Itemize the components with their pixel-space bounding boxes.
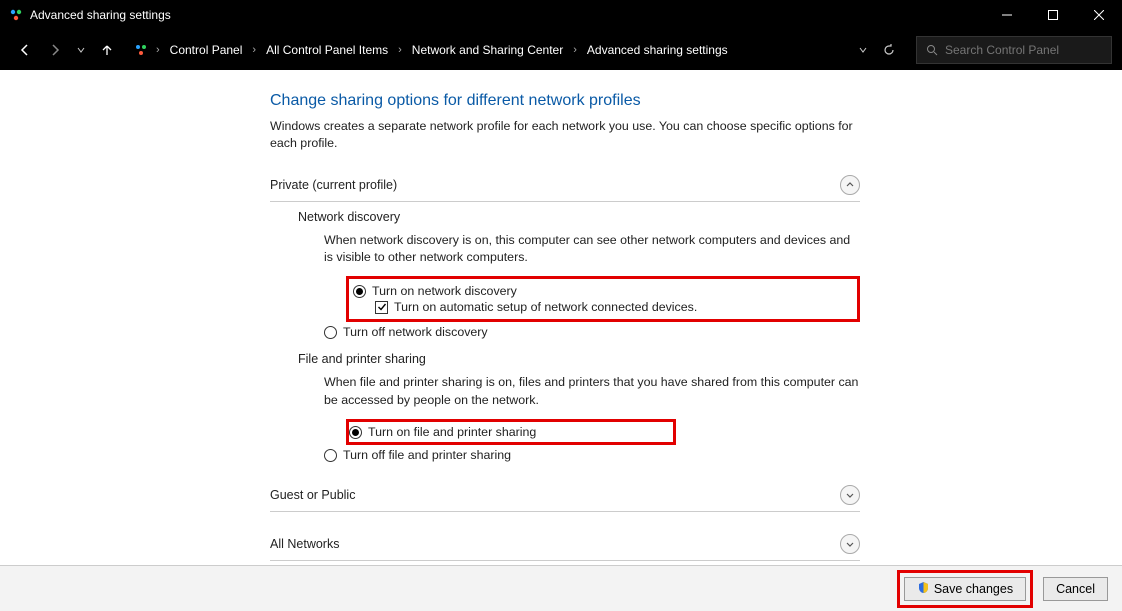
- navigation-bar: › Control Panel › All Control Panel Item…: [0, 30, 1122, 70]
- radio-fileprint-off[interactable]: Turn off file and printer sharing: [324, 447, 860, 463]
- radio-discovery-off[interactable]: Turn off network discovery: [324, 324, 860, 340]
- search-input[interactable]: [945, 43, 1105, 57]
- search-box[interactable]: [916, 36, 1112, 64]
- profile-all-header[interactable]: All Networks: [270, 530, 860, 561]
- maximize-button[interactable]: [1030, 0, 1076, 30]
- file-printer-section: File and printer sharing When file and p…: [298, 352, 860, 463]
- chevron-right-icon: ›: [154, 44, 162, 56]
- profile-private-header[interactable]: Private (current profile): [270, 171, 860, 202]
- radio-label: Turn on file and printer sharing: [368, 425, 536, 439]
- button-label: Cancel: [1056, 582, 1095, 596]
- breadcrumb-item[interactable]: Control Panel: [166, 41, 247, 59]
- profile-private-title: Private (current profile): [270, 178, 397, 192]
- chevron-right-icon: ›: [571, 44, 579, 56]
- content-area: Change sharing options for different net…: [0, 70, 1122, 565]
- radio-label: Turn off network discovery: [343, 325, 488, 339]
- radio-fileprint-on[interactable]: Turn on file and printer sharing: [349, 424, 667, 440]
- file-printer-description: When file and printer sharing is on, fil…: [324, 374, 860, 409]
- footer-bar: Save changes Cancel: [0, 565, 1122, 611]
- profile-all-title: All Networks: [270, 537, 339, 551]
- chevron-right-icon: ›: [396, 44, 404, 56]
- expand-button[interactable]: [840, 534, 860, 554]
- network-discovery-section: Network discovery When network discovery…: [298, 210, 860, 341]
- breadcrumb: › Control Panel › All Control Panel Item…: [132, 41, 732, 59]
- forward-button[interactable]: [44, 39, 66, 61]
- breadcrumb-item[interactable]: Network and Sharing Center: [408, 41, 567, 59]
- minimize-button[interactable]: [984, 0, 1030, 30]
- radio-icon: [324, 449, 337, 462]
- highlight-box: Turn on network discovery Turn on automa…: [346, 276, 860, 322]
- profile-guest-header[interactable]: Guest or Public: [270, 481, 860, 512]
- save-changes-button[interactable]: Save changes: [904, 577, 1026, 601]
- window-title: Advanced sharing settings: [30, 8, 171, 22]
- collapse-button[interactable]: [840, 175, 860, 195]
- radio-discovery-on[interactable]: Turn on network discovery: [353, 283, 853, 299]
- button-label: Save changes: [934, 582, 1013, 596]
- file-printer-title: File and printer sharing: [298, 352, 860, 366]
- refresh-button[interactable]: [880, 41, 898, 59]
- chevron-right-icon: ›: [250, 44, 258, 56]
- checkbox-label: Turn on automatic setup of network conne…: [394, 300, 697, 314]
- close-button[interactable]: [1076, 0, 1122, 30]
- app-icon: [8, 7, 24, 23]
- dropdown-icon[interactable]: [854, 41, 872, 59]
- back-button[interactable]: [14, 39, 36, 61]
- shield-icon: [917, 581, 930, 597]
- checkbox-icon: [375, 301, 388, 314]
- cancel-button[interactable]: Cancel: [1043, 577, 1108, 601]
- profile-guest-title: Guest or Public: [270, 488, 355, 502]
- page-description: Windows creates a separate network profi…: [270, 118, 860, 153]
- expand-button[interactable]: [840, 485, 860, 505]
- radio-icon: [324, 326, 337, 339]
- network-discovery-title: Network discovery: [298, 210, 860, 224]
- page-heading: Change sharing options for different net…: [270, 92, 860, 110]
- breadcrumb-item[interactable]: Advanced sharing settings: [583, 41, 732, 59]
- highlight-box: Save changes: [897, 570, 1033, 608]
- radio-label: Turn off file and printer sharing: [343, 448, 511, 462]
- radio-icon: [353, 285, 366, 298]
- up-button[interactable]: [96, 39, 118, 61]
- window-titlebar: Advanced sharing settings: [0, 0, 1122, 30]
- checkbox-auto-setup[interactable]: Turn on automatic setup of network conne…: [375, 299, 853, 315]
- recent-dropdown[interactable]: [74, 39, 88, 61]
- highlight-box: Turn on file and printer sharing: [346, 419, 676, 445]
- radio-icon: [349, 426, 362, 439]
- radio-label: Turn on network discovery: [372, 284, 517, 298]
- search-icon: [923, 41, 941, 59]
- breadcrumb-item[interactable]: All Control Panel Items: [262, 41, 392, 59]
- network-discovery-description: When network discovery is on, this compu…: [324, 232, 860, 267]
- location-icon: [132, 41, 150, 59]
